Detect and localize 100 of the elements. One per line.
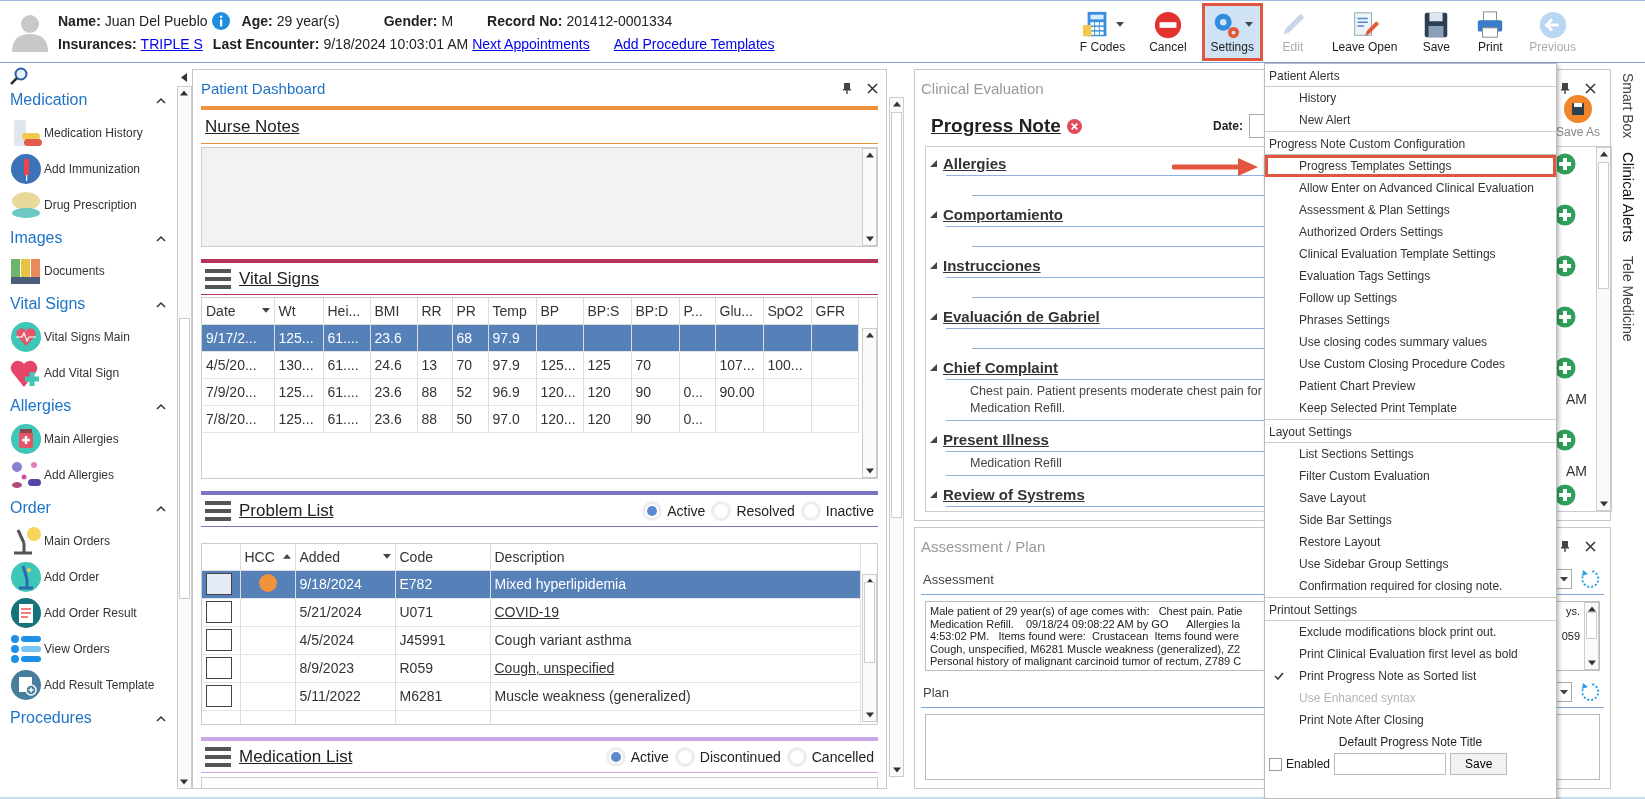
toolbar-button[interactable]: F Codes: [1070, 2, 1135, 61]
toolbar-button[interactable]: Cancel: [1140, 2, 1196, 61]
sidebar-item[interactable]: Add Vital Sign: [10, 355, 176, 391]
sidebar-item[interactable]: Add Order Result: [10, 595, 176, 631]
scroll-up-arrow-icon[interactable]: [180, 90, 188, 96]
expand-triangle-icon[interactable]: [930, 490, 937, 498]
menu-item[interactable]: Allow Enter on Advanced Clinical Evaluation: [1265, 177, 1556, 199]
radio-button[interactable]: [605, 746, 626, 767]
menu-item[interactable]: Side Bar Settings: [1265, 509, 1556, 531]
expand-triangle-icon[interactable]: [930, 363, 937, 371]
expand-triangle-icon[interactable]: [930, 312, 937, 320]
scrollbar[interactable]: [1596, 147, 1611, 511]
menu-item[interactable]: Follow up Settings: [1265, 287, 1556, 309]
menu-item[interactable]: History: [1265, 87, 1556, 109]
pin-icon[interactable]: [1561, 540, 1569, 552]
column-header[interactable]: HCC: [240, 544, 295, 570]
scroll-down-arrow-icon[interactable]: [892, 767, 901, 773]
menu-icon[interactable]: [205, 499, 231, 522]
insurance-link[interactable]: TRIPLE S: [140, 35, 203, 52]
checkbox[interactable]: [206, 573, 232, 595]
side-tab[interactable]: Smart Box: [1620, 73, 1636, 139]
description-link[interactable]: COVID-19: [494, 604, 560, 620]
pin-icon[interactable]: [1561, 82, 1569, 94]
toolbar-button[interactable]: Save: [1412, 2, 1461, 61]
refresh-icon[interactable]: [1580, 568, 1602, 590]
sidebar-item[interactable]: Documents: [10, 253, 176, 289]
sidebar-item[interactable]: Add Allergies: [10, 457, 176, 493]
save-button[interactable]: Save: [1450, 753, 1508, 775]
column-header[interactable]: RR: [417, 298, 452, 324]
table-row[interactable]: 9/18/2024 E782 Mixed hyperlipidemia: [202, 570, 860, 598]
menu-item[interactable]: Phrases Settings: [1265, 309, 1556, 331]
scroll-up-arrow-icon[interactable]: [865, 152, 874, 158]
sidebar-item[interactable]: Main Orders: [10, 523, 176, 559]
column-header[interactable]: Code: [395, 544, 490, 570]
column-header[interactable]: Date: [202, 298, 274, 324]
section-title[interactable]: Chief Complaint: [943, 358, 1058, 376]
info-icon[interactable]: [211, 11, 230, 30]
notes-field[interactable]: [201, 147, 878, 247]
chevron-up-icon[interactable]: [156, 234, 166, 242]
menu-item[interactable]: Patient Chart Preview: [1265, 375, 1556, 397]
search-icon[interactable]: [10, 67, 28, 85]
scroll-down-arrow-icon[interactable]: [1599, 501, 1608, 507]
chevron-up-icon[interactable]: [156, 96, 166, 104]
scroll-down-arrow-icon[interactable]: [180, 779, 188, 785]
chevron-up-icon[interactable]: [156, 402, 166, 410]
toolbar-button[interactable]: Print: [1466, 2, 1515, 61]
menu-item[interactable]: List Sections Settings: [1265, 443, 1556, 465]
menu-item[interactable]: Assessment & Plan Settings: [1265, 199, 1556, 221]
scrollbar[interactable]: [862, 328, 877, 478]
menu-item[interactable]: Evaluation Tags Settings: [1265, 265, 1556, 287]
scrollbar[interactable]: [862, 574, 877, 722]
checkbox[interactable]: [1269, 757, 1282, 771]
chevron-up-icon[interactable]: [156, 504, 166, 512]
scrollbar[interactable]: [889, 97, 904, 777]
menu-item[interactable]: Use Sidebar Group Settings: [1265, 553, 1556, 575]
column-header[interactable]: Temp: [488, 298, 536, 324]
column-header[interactable]: BP:S: [583, 298, 631, 324]
checkbox[interactable]: [206, 629, 232, 651]
menu-item[interactable]: Filter Custom Evaluation: [1265, 465, 1556, 487]
header-link[interactable]: Next Appointments: [472, 35, 590, 52]
menu-icon[interactable]: [205, 745, 231, 768]
radio-option[interactable]: Active: [642, 500, 706, 521]
scroll-up-arrow-icon[interactable]: [892, 101, 901, 107]
sidebar-item[interactable]: Add Result Template: [10, 667, 176, 703]
menu-item[interactable]: Save Layout: [1265, 487, 1556, 509]
column-header[interactable]: Glu...: [715, 298, 763, 324]
scroll-up-arrow-icon[interactable]: [1587, 606, 1596, 612]
toolbar-button[interactable]: Leave Open: [1322, 2, 1407, 61]
scroll-down-arrow-icon[interactable]: [1587, 660, 1596, 666]
sidebar-item[interactable]: Medication History: [10, 115, 176, 151]
menu-item[interactable]: Print Clinical Evaluation first level as bold: [1265, 643, 1556, 665]
menu-item[interactable]: Keep Selected Print Template: [1265, 397, 1556, 419]
sidebar-item[interactable]: Vital Signs Main: [10, 319, 176, 355]
expand-triangle-icon[interactable]: [930, 210, 937, 218]
column-header[interactable]: Description: [490, 544, 860, 570]
sidebar-item[interactable]: Drug Prescription: [10, 187, 176, 223]
section-title[interactable]: Evaluación de Gabriel: [943, 307, 1100, 325]
sidebar-item[interactable]: Add Order: [10, 559, 176, 595]
pin-icon[interactable]: [843, 82, 851, 94]
menu-item[interactable]: Print Note After Closing: [1265, 709, 1556, 731]
table-row[interactable]: 4/5/20... 130... 61.... 24.6 13 70 97.9 125... 125 70 107... 100...: [202, 351, 858, 378]
header-link[interactable]: Add Procedure Templates: [613, 35, 775, 52]
chevron-up-icon[interactable]: [156, 300, 166, 308]
section-title[interactable]: Allergies: [943, 154, 1007, 172]
expand-triangle-icon[interactable]: [930, 435, 937, 443]
sidebar-item[interactable]: View Orders: [10, 631, 176, 667]
radio-option[interactable]: Discontinued: [674, 746, 781, 767]
menu-icon[interactable]: [205, 267, 231, 290]
collapse-arrow-icon[interactable]: [181, 73, 187, 82]
section-title[interactable]: Instrucciones: [943, 256, 1041, 274]
title-input[interactable]: [1334, 753, 1447, 775]
scrollbar[interactable]: [176, 86, 192, 789]
column-header[interactable]: Added: [295, 544, 395, 570]
menu-item[interactable]: Print Progress Note as Sorted list: [1265, 665, 1556, 687]
menu-item[interactable]: Exclude modifications block print out.: [1265, 621, 1556, 643]
table-row[interactable]: 7/8/20... 125... 61.... 23.6 88 50 97.0 120... 120 90 0...: [202, 405, 858, 432]
section-title[interactable]: Present Illness: [943, 430, 1049, 448]
menu-item[interactable]: Use Custom Closing Procedure Codes: [1265, 353, 1556, 375]
column-header[interactable]: GFR: [811, 298, 858, 324]
column-header[interactable]: BP:D: [631, 298, 679, 324]
